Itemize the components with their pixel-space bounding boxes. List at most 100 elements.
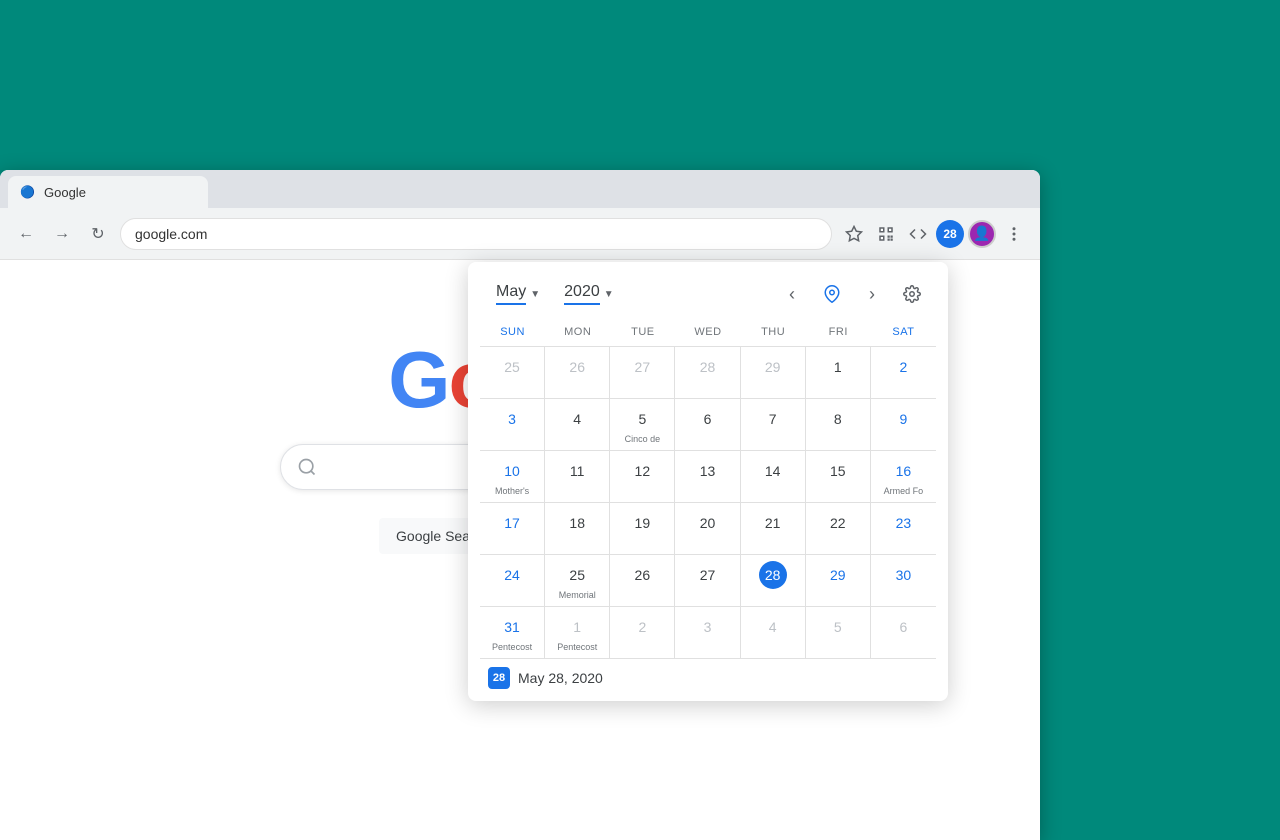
- search-icon: [297, 457, 317, 477]
- calendar-day-cell[interactable]: 14: [741, 451, 806, 503]
- footer-badge-number: 28: [493, 672, 505, 684]
- month-dropdown-arrow: ▼: [530, 289, 540, 300]
- day-number: 27: [628, 353, 656, 381]
- calendar-day-cell[interactable]: 4: [741, 607, 806, 659]
- calendar-badge-number: 28: [943, 227, 956, 241]
- prev-month-button[interactable]: ‹: [776, 278, 808, 310]
- more-options-button[interactable]: [1000, 220, 1028, 248]
- day-number: 18: [563, 509, 591, 537]
- calendar-day-cell[interactable]: 10Mother's: [480, 451, 545, 503]
- calendar-day-cell[interactable]: 16Armed Fo: [871, 451, 936, 503]
- calendar-settings-button[interactable]: [896, 278, 928, 310]
- calendar-day-cell[interactable]: 2: [871, 347, 936, 399]
- calendar-day-cell[interactable]: 27: [610, 347, 675, 399]
- back-button[interactable]: ←: [12, 220, 40, 248]
- calendar-day-cell[interactable]: 19: [610, 503, 675, 555]
- calendar-day-cell[interactable]: 3: [480, 399, 545, 451]
- day-number: 26: [628, 561, 656, 589]
- calendar-day-cell[interactable]: 31Pentecost: [480, 607, 545, 659]
- profile-avatar[interactable]: 👤: [968, 220, 996, 248]
- day-number: 29: [824, 561, 852, 589]
- active-tab[interactable]: 🔵 Google: [8, 176, 208, 208]
- more-vert-icon: [1005, 225, 1023, 243]
- calendar-footer: 28 May 28, 2020: [468, 659, 948, 701]
- qr-code-icon: [877, 225, 895, 243]
- calendar-day-cell[interactable]: 4: [545, 399, 610, 451]
- calendar-day-cell[interactable]: 8: [806, 399, 871, 451]
- day-number: 10: [498, 457, 526, 485]
- calendar-day-cell[interactable]: 29: [741, 347, 806, 399]
- calendar-day-cell[interactable]: 5: [806, 607, 871, 659]
- calendar-day-cell[interactable]: 6: [675, 399, 740, 451]
- day-number: 23: [889, 509, 917, 537]
- day-number: 29: [759, 353, 787, 381]
- day-number: 11: [563, 457, 591, 485]
- calendar-day-cell[interactable]: 26: [610, 555, 675, 607]
- month-selector[interactable]: May ▼: [488, 279, 548, 309]
- calendar-day-cell[interactable]: 18: [545, 503, 610, 555]
- calendar-day-cell[interactable]: 25: [480, 347, 545, 399]
- calendar-day-cell[interactable]: 17: [480, 503, 545, 555]
- day-number: 15: [824, 457, 852, 485]
- day-number: 25: [498, 353, 526, 381]
- day-number: 20: [693, 509, 721, 537]
- today-button[interactable]: [816, 278, 848, 310]
- month-label: May: [496, 283, 526, 305]
- day-number: 26: [563, 353, 591, 381]
- calendar-day-cell[interactable]: 22: [806, 503, 871, 555]
- calendar-day-cell[interactable]: 3: [675, 607, 740, 659]
- calendar-extension-badge[interactable]: 28: [936, 220, 964, 248]
- day-number: 9: [889, 405, 917, 433]
- weekday-sun: SUN: [480, 318, 545, 342]
- address-text: google.com: [135, 226, 207, 242]
- weekday-wed: WED: [675, 318, 740, 342]
- gear-icon: [903, 285, 921, 303]
- calendar-day-cell[interactable]: 28: [675, 347, 740, 399]
- bookmark-icon-button[interactable]: [840, 220, 868, 248]
- day-number: 31: [498, 613, 526, 641]
- reload-button[interactable]: ↻: [84, 220, 112, 248]
- calendar-day-cell[interactable]: 24: [480, 555, 545, 607]
- calendar-day-cell[interactable]: 28: [741, 555, 806, 607]
- svg-text:🔵: 🔵: [20, 185, 35, 199]
- forward-button[interactable]: →: [48, 220, 76, 248]
- qr-code-button[interactable]: [872, 220, 900, 248]
- day-event: Pentecost: [557, 642, 597, 653]
- calendar-day-cell[interactable]: 29: [806, 555, 871, 607]
- location-icon: [823, 285, 841, 303]
- calendar-day-cell[interactable]: 15: [806, 451, 871, 503]
- calendar-day-cell[interactable]: 11: [545, 451, 610, 503]
- day-number: 27: [693, 561, 721, 589]
- calendar-day-cell[interactable]: 1Pentecost: [545, 607, 610, 659]
- day-event: Mother's: [495, 486, 529, 497]
- day-event: Pentecost: [492, 642, 532, 653]
- calendar-day-cell[interactable]: 25Memorial: [545, 555, 610, 607]
- day-number: 1: [824, 353, 852, 381]
- calendar-day-cell[interactable]: 5Cinco de: [610, 399, 675, 451]
- calendar-day-cell[interactable]: 20: [675, 503, 740, 555]
- calendar-day-cell[interactable]: 26: [545, 347, 610, 399]
- calendar-day-cell[interactable]: 6: [871, 607, 936, 659]
- year-dropdown-arrow: ▼: [604, 289, 614, 300]
- calendar-day-cell[interactable]: 1: [806, 347, 871, 399]
- calendar-day-cell[interactable]: 9: [871, 399, 936, 451]
- day-number: 21: [759, 509, 787, 537]
- day-number: 7: [759, 405, 787, 433]
- calendar-day-cell[interactable]: 2: [610, 607, 675, 659]
- calendar-header: May ▼ 2020 ▼ ‹ ›: [468, 262, 948, 318]
- logo-g: G: [388, 335, 448, 424]
- calendar-day-cell[interactable]: 12: [610, 451, 675, 503]
- calendar-day-cell[interactable]: 23: [871, 503, 936, 555]
- calendar-day-cell[interactable]: 30: [871, 555, 936, 607]
- day-number: 25: [563, 561, 591, 589]
- next-month-button[interactable]: ›: [856, 278, 888, 310]
- calendar-day-cell[interactable]: 13: [675, 451, 740, 503]
- year-selector[interactable]: 2020 ▼: [556, 279, 622, 309]
- calendar-day-cell[interactable]: 27: [675, 555, 740, 607]
- day-number: 13: [693, 457, 721, 485]
- calendar-day-cell[interactable]: 21: [741, 503, 806, 555]
- address-bar[interactable]: google.com: [120, 218, 832, 250]
- extensions-button[interactable]: [904, 220, 932, 248]
- day-number: 8: [824, 405, 852, 433]
- calendar-day-cell[interactable]: 7: [741, 399, 806, 451]
